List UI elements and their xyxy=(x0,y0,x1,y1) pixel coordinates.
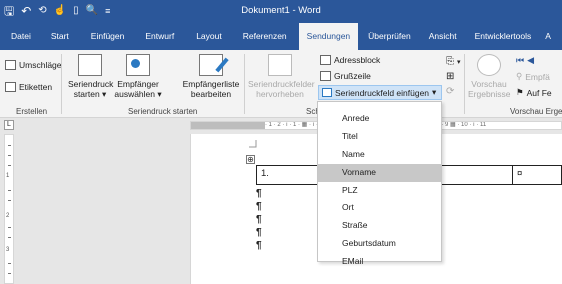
paragraph-mark[interactable]: ¶ xyxy=(256,214,262,225)
menu-item-geburtsdatum[interactable]: Geburtsdatum xyxy=(318,235,441,253)
update-labels-icon: ⟳ xyxy=(446,86,455,97)
rules-button[interactable]: ⎘ ▾ xyxy=(446,56,461,67)
group-separator xyxy=(61,54,62,114)
group-label-erstellen: Erstellen xyxy=(16,107,48,116)
paragraph-mark[interactable]: ¶ xyxy=(256,227,262,238)
menu-item-ort[interactable]: Ort xyxy=(318,199,441,217)
tab-selector[interactable]: L xyxy=(4,120,14,130)
start-mail-merge-button[interactable]: Seriendruck starten ▾ xyxy=(68,54,114,99)
menu-item-vorname[interactable]: Vorname xyxy=(318,163,441,182)
find-recipient-button[interactable]: ⚲ Empfä xyxy=(516,71,550,82)
merge-field-dropdown: Anrede Titel Name Vorname PLZ Ort Straße… xyxy=(317,101,442,266)
highlight-fields-line2: hervorheben xyxy=(256,89,304,99)
match-fields-icon: ⊞ xyxy=(446,71,455,82)
tab-entwicklertools[interactable]: Entwicklertools xyxy=(475,23,532,50)
mail-merge-document-icon xyxy=(78,54,102,76)
menu-item-email[interactable]: EMail xyxy=(318,253,441,271)
menu-item-anrede[interactable]: Anrede xyxy=(318,110,441,128)
insert-field-icon xyxy=(322,88,332,97)
start-mail-merge-line2: starten ▾ xyxy=(73,89,107,99)
find-recipient-icon: ⚲ xyxy=(516,71,523,81)
tab-layout[interactable]: Layout xyxy=(196,23,222,50)
menu-item-plz[interactable]: PLZ xyxy=(318,182,441,200)
edit-recipient-list-button[interactable]: Empfängerliste bearbeiten xyxy=(182,54,240,99)
tab-datei[interactable]: Datei xyxy=(11,23,31,50)
check-errors-icon: ⚑ xyxy=(516,87,524,97)
highlight-merge-fields-button[interactable]: Seriendruckfelder hervorheben xyxy=(248,54,315,99)
address-block-label: Adressblock xyxy=(334,55,381,65)
vertical-ruler[interactable]: 1 2 3 xyxy=(4,134,14,284)
group-label-seriendruck-starten: Seriendruck starten xyxy=(128,107,198,116)
insert-merge-field-button[interactable]: Seriendruckfeld einfügen ▾ xyxy=(318,85,442,100)
paragraph-mark[interactable]: ¶ xyxy=(256,188,262,199)
previous-record-icon[interactable]: ◀ xyxy=(527,55,534,66)
preview-results-line2: Ergebnisse xyxy=(468,89,511,99)
labels-button[interactable]: Etiketten xyxy=(5,82,52,92)
find-recipient-label: Empfä xyxy=(525,71,550,82)
chevron-down-icon: ▾ xyxy=(432,87,437,97)
group-label-vorschau: Vorschau Erge xyxy=(510,107,562,116)
check-errors-label: Auf Fe xyxy=(526,87,552,98)
vertical-ruler-number: 2 xyxy=(6,213,10,219)
title-bar: 🖫 ↶ ⟲ ☝ ▯ 🔍 ≡ Dokument1 - Word xyxy=(0,0,562,23)
edit-list-icon xyxy=(199,54,223,76)
check-errors-button[interactable]: ⚑ Auf Fe xyxy=(516,87,552,98)
edit-recipient-list-line1: Empfängerliste xyxy=(182,79,240,89)
tab-sendungen[interactable]: Sendungen xyxy=(298,23,359,51)
recipients-icon xyxy=(126,54,150,76)
menu-item-name[interactable]: Name xyxy=(318,146,441,164)
window-title: Dokument1 - Word xyxy=(241,5,321,16)
menu-item-titel[interactable]: Titel xyxy=(318,128,441,146)
tab-more[interactable]: A xyxy=(545,23,551,50)
table-move-handle[interactable]: ⊕ xyxy=(246,155,255,164)
ribbon: Umschläge Etiketten Erstellen Seriendruc… xyxy=(0,50,562,118)
select-recipients-line1: Empfänger xyxy=(117,79,159,89)
crop-mark-icon xyxy=(249,140,257,148)
tab-referenzen[interactable]: Referenzen xyxy=(243,23,287,50)
first-record-icon: ⏮ xyxy=(516,55,525,65)
select-recipients-button[interactable]: Empfänger auswählen ▾ xyxy=(114,54,162,99)
greeting-line-label: Grußzeile xyxy=(334,71,371,81)
tab-einfuegen[interactable]: Einfügen xyxy=(91,23,125,50)
ribbon-tabs: Datei Start Einfügen Entwurf Layout Refe… xyxy=(0,23,562,51)
match-fields-button[interactable]: ⊞ xyxy=(446,71,454,82)
preview-results-icon xyxy=(477,54,501,76)
ruler-margin xyxy=(191,122,265,129)
highlight-fields-line1: Seriendruckfelder xyxy=(248,79,315,89)
envelopes-button[interactable]: Umschläge xyxy=(5,60,62,70)
insert-merge-field-label: Seriendruckfeld einfügen xyxy=(335,87,430,98)
envelope-icon xyxy=(5,60,16,70)
vertical-ruler-number: 1 xyxy=(6,173,10,179)
group-separator xyxy=(244,54,245,114)
table-cell[interactable]: 1. xyxy=(256,165,327,185)
group-separator xyxy=(464,54,465,114)
preview-results-button[interactable]: Vorschau Ergebnisse xyxy=(468,54,511,99)
preview-results-line1: Vorschau xyxy=(471,79,507,89)
first-record-button[interactable]: ⏮ ◀ xyxy=(516,55,534,66)
tab-entwurf[interactable]: Entwurf xyxy=(145,23,174,50)
menu-item-strasse[interactable]: Straße xyxy=(318,217,441,235)
highlight-fields-icon xyxy=(268,54,292,76)
label-icon xyxy=(5,82,16,92)
address-block-button[interactable]: Adressblock xyxy=(320,55,380,65)
greeting-line-icon xyxy=(320,71,331,81)
rules-icon: ⎘ xyxy=(446,56,454,67)
select-recipients-line2: auswählen ▾ xyxy=(114,89,162,99)
table-cell[interactable]: ¤ xyxy=(512,165,562,185)
labels-label: Etiketten xyxy=(19,82,53,92)
edit-recipient-list-line2: bearbeiten xyxy=(190,89,232,99)
envelopes-label: Umschläge xyxy=(19,60,62,70)
vertical-ruler-number: 3 xyxy=(6,247,10,253)
paragraph-mark[interactable]: ¶ xyxy=(256,240,262,251)
address-block-icon xyxy=(320,55,331,65)
tab-ueberpruefen[interactable]: Überprüfen xyxy=(368,23,411,50)
paragraph-mark[interactable]: ¶ xyxy=(256,201,262,212)
greeting-line-button[interactable]: Grußzeile xyxy=(320,71,371,81)
tab-ansicht[interactable]: Ansicht xyxy=(429,23,457,50)
start-mail-merge-line1: Seriendruck xyxy=(68,79,114,89)
update-labels-button[interactable]: ⟳ xyxy=(446,86,454,97)
tab-start[interactable]: Start xyxy=(51,23,69,50)
